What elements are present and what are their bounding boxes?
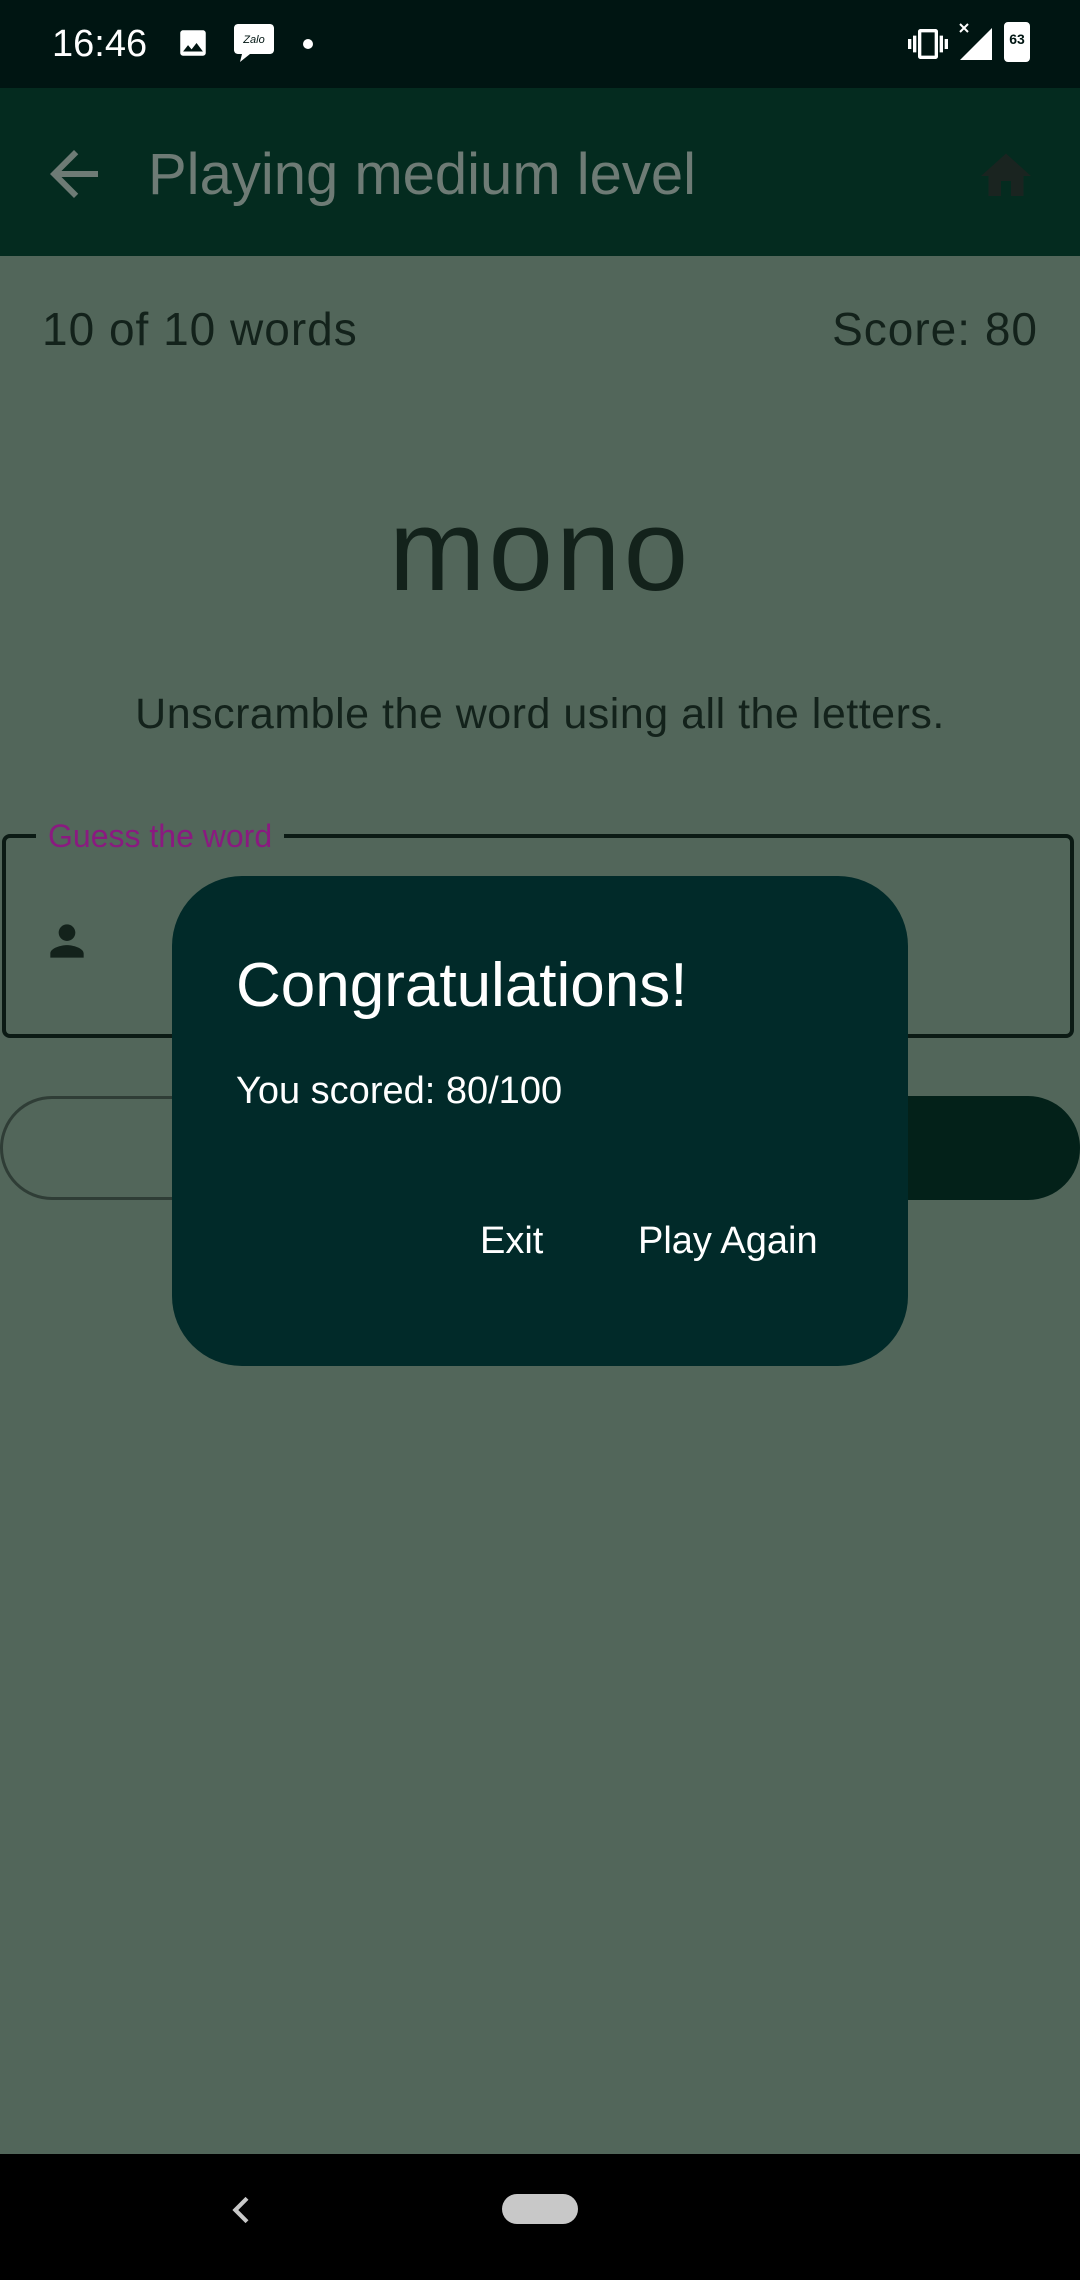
app-bar: Playing medium level <box>0 88 1080 256</box>
nav-home-pill[interactable] <box>502 2194 578 2224</box>
word-count: 10 of 10 words <box>42 303 358 355</box>
notification-dot-icon <box>303 39 313 49</box>
play-again-button[interactable]: Play Again <box>626 1208 830 1274</box>
arrow-left-icon[interactable] <box>38 138 110 210</box>
image-icon <box>180 30 206 56</box>
home-icon[interactable] <box>976 146 1036 206</box>
svg-text:Zalo: Zalo <box>242 34 264 46</box>
status-bar: 16:46 Zalo 63 <box>0 0 1080 88</box>
status-time: 16:46 <box>52 23 148 65</box>
scrambled-word: mono <box>388 485 692 615</box>
dialog-title: Congratulations! <box>236 951 688 1020</box>
signal-icon <box>959 23 992 60</box>
instructions: Unscramble the word using all the letter… <box>135 690 945 738</box>
nav-back-icon[interactable] <box>222 2190 262 2230</box>
exit-button[interactable]: Exit <box>468 1208 555 1274</box>
score: Score: 80 <box>832 303 1038 355</box>
page-title: Playing medium level <box>148 142 697 207</box>
congratulations-dialog: Congratulations! You scored: 80/100 Exit… <box>172 876 908 1366</box>
navigation-bar <box>0 2154 1080 2280</box>
battery-icon: 63 <box>1004 22 1030 62</box>
battery-level: 63 <box>1009 31 1025 47</box>
vibrate-icon <box>908 29 948 59</box>
person-icon <box>50 924 84 958</box>
guess-label: Guess the word <box>36 816 285 856</box>
zalo-icon: Zalo <box>234 24 274 62</box>
dialog-message: You scored: 80/100 <box>236 1070 563 1112</box>
